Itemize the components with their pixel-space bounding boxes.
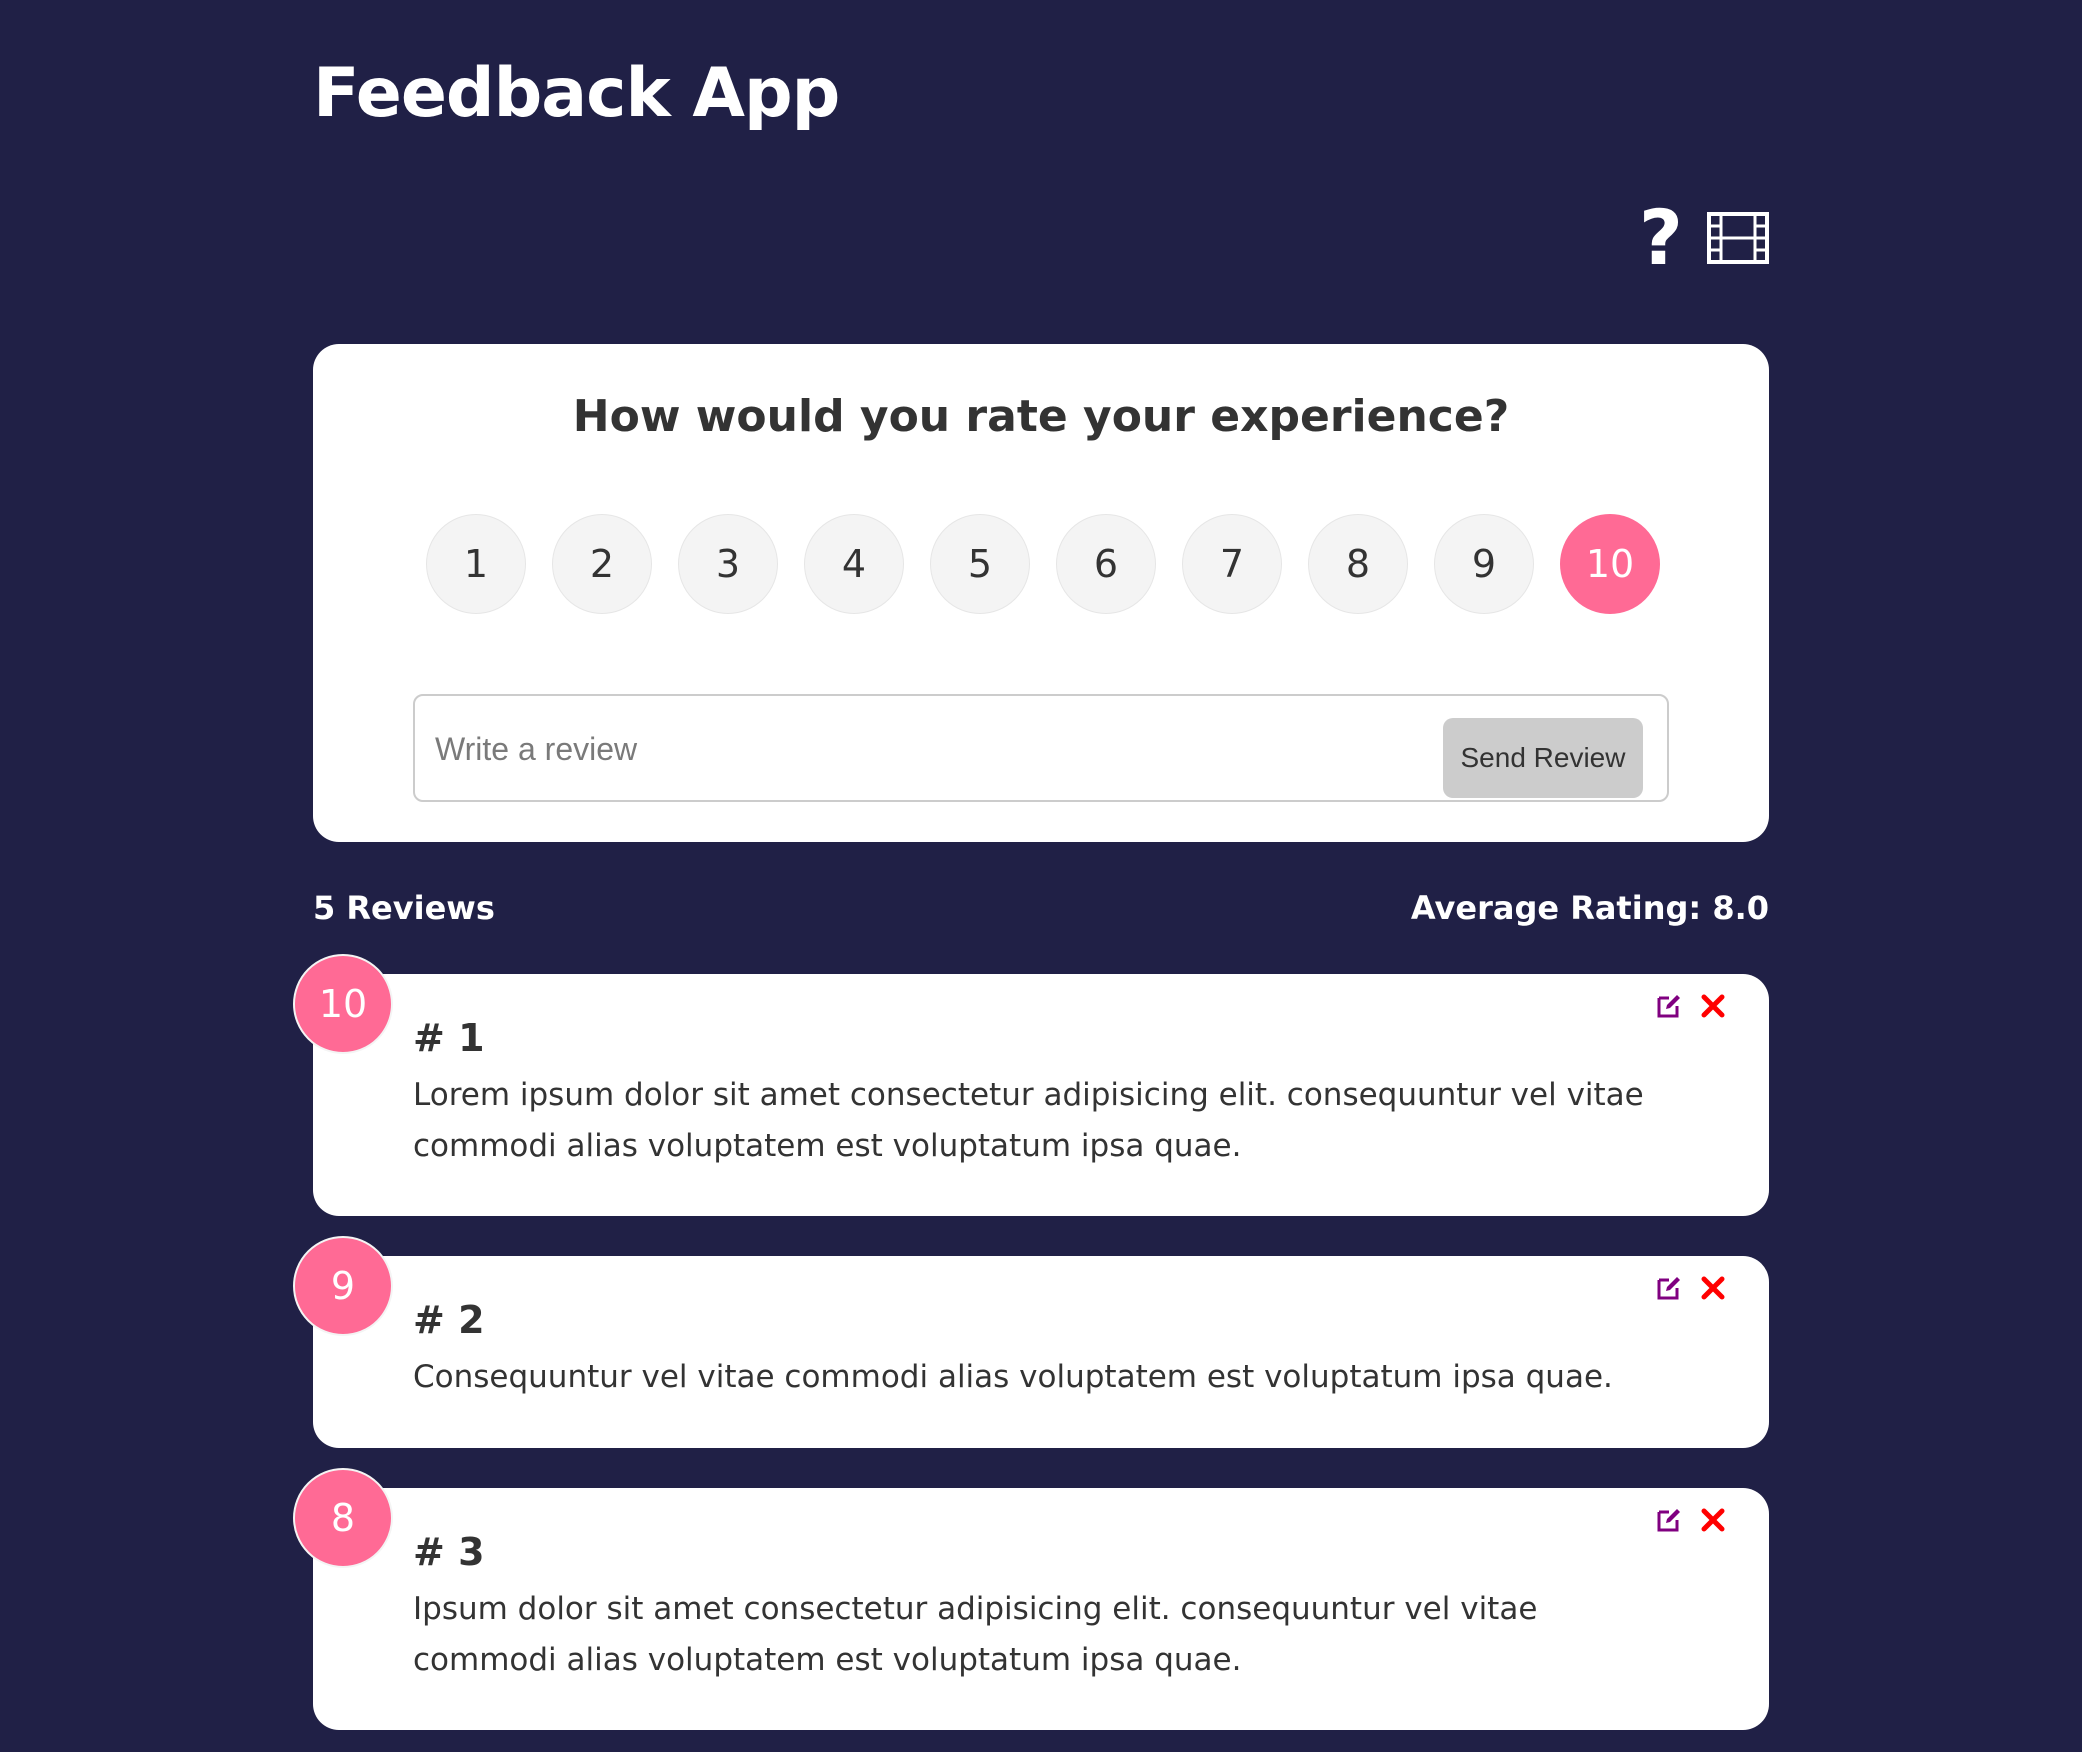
feedback-app-page: Feedback App ? How would you rate your e…	[0, 0, 2082, 1752]
review-form: Send Review	[413, 694, 1669, 802]
review-actions	[1655, 992, 1727, 1020]
review-count: 5 Reviews	[313, 889, 495, 927]
rating-option-4[interactable]: 4	[804, 514, 904, 614]
close-icon[interactable]	[1699, 1506, 1727, 1534]
rating-option-5[interactable]: 5	[930, 514, 1030, 614]
rating-options: 1 2 3 4 5 6 7 8 9 10	[426, 514, 1660, 614]
rating-option-2[interactable]: 2	[552, 514, 652, 614]
rating-option-8[interactable]: 8	[1308, 514, 1408, 614]
rating-option-3[interactable]: 3	[678, 514, 778, 614]
average-rating: Average Rating: 8.0	[1410, 889, 1769, 927]
review-text: Lorem ipsum dolor sit amet consectetur a…	[413, 1077, 1644, 1164]
close-icon[interactable]	[1699, 1274, 1727, 1302]
review-rating-badge: 10	[293, 954, 393, 1054]
close-icon[interactable]	[1699, 992, 1727, 1020]
review-rating-badge: 9	[293, 1236, 393, 1336]
rating-option-6[interactable]: 6	[1056, 514, 1156, 614]
review-number: # 1	[413, 1016, 485, 1060]
review-actions	[1655, 1274, 1727, 1302]
review-text: Consequuntur vel vitae commodi alias vol…	[413, 1359, 1613, 1395]
review-card: 9 # 2 Consequuntur vel vitae commodi ali…	[293, 1236, 1769, 1448]
question-icon[interactable]: ?	[1639, 200, 1683, 276]
edit-icon[interactable]	[1655, 992, 1683, 1020]
rating-option-7[interactable]: 7	[1182, 514, 1282, 614]
rating-question: How would you rate your experience?	[572, 391, 1510, 442]
rating-option-1[interactable]: 1	[426, 514, 526, 614]
send-review-button[interactable]: Send Review	[1443, 718, 1643, 798]
rating-option-9[interactable]: 9	[1434, 514, 1534, 614]
film-icon[interactable]	[1707, 212, 1769, 264]
edit-icon[interactable]	[1655, 1274, 1683, 1302]
review-number: # 2	[413, 1298, 485, 1342]
review-card: 8 # 3 Ipsum dolor sit amet consectetur a…	[293, 1468, 1769, 1730]
review-rating-badge: 8	[293, 1468, 393, 1568]
edit-icon[interactable]	[1655, 1506, 1683, 1534]
review-card: 10 # 1 Lorem ipsum dolor sit amet consec…	[293, 954, 1769, 1216]
review-input[interactable]	[433, 714, 1377, 784]
review-actions	[1655, 1506, 1727, 1534]
review-text: Ipsum dolor sit amet consectetur adipisi…	[413, 1591, 1538, 1678]
review-stats: 5 Reviews Average Rating: 8.0	[313, 888, 1769, 928]
rating-option-10[interactable]: 10	[1560, 514, 1660, 614]
app-title: Feedback App	[313, 54, 840, 133]
header-icons: ?	[1639, 200, 1769, 276]
review-number: # 3	[413, 1530, 485, 1574]
